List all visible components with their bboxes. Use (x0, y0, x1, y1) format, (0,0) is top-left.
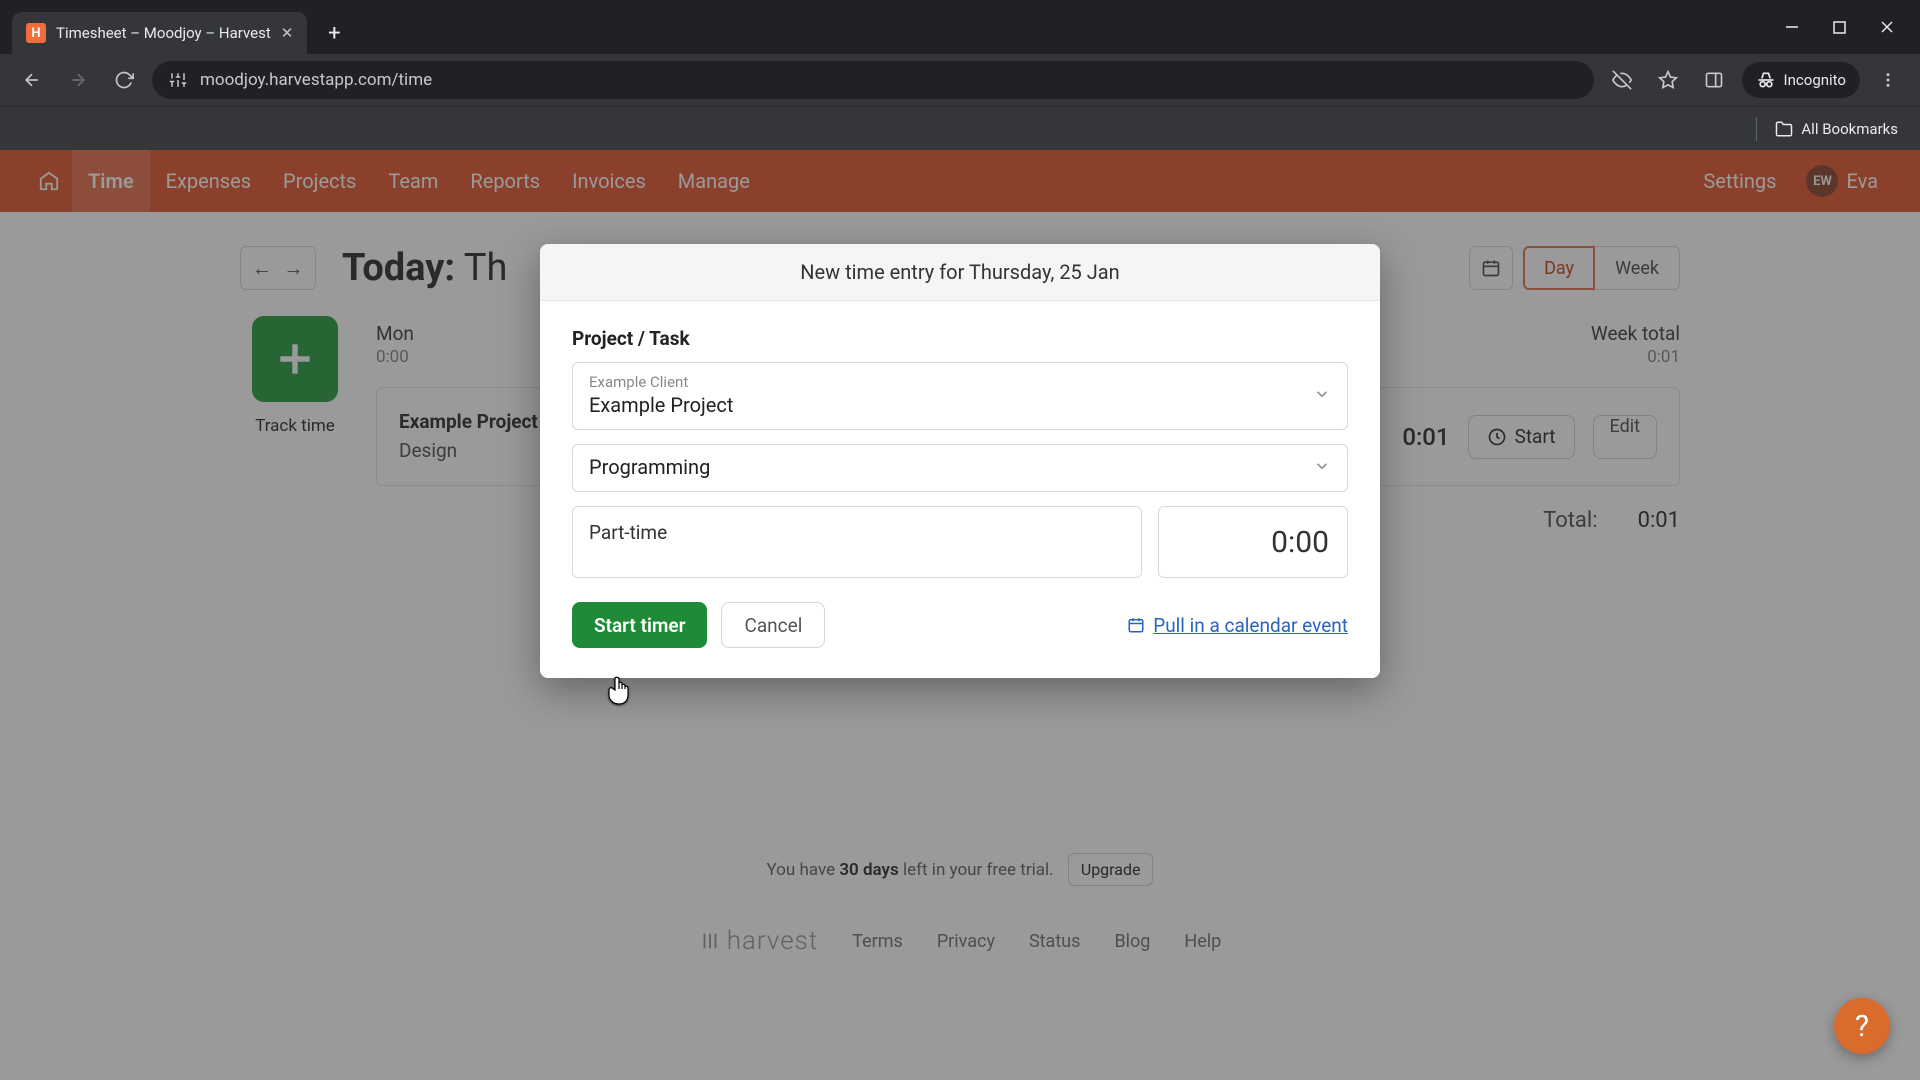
reload-icon[interactable] (106, 62, 142, 98)
address-bar[interactable]: moodjoy.harvestapp.com/time (152, 61, 1594, 99)
project-task-label: Project / Task (572, 327, 1348, 350)
url-text: moodjoy.harvestapp.com/time (200, 70, 432, 90)
all-bookmarks-button[interactable]: All Bookmarks (1775, 120, 1898, 138)
browser-tab[interactable]: H Timesheet – Moodjoy – Harvest ✕ (12, 12, 307, 54)
task-value: Programming (589, 455, 1331, 479)
notes-input[interactable]: Part-time (572, 506, 1142, 578)
start-timer-button[interactable]: Start timer (572, 602, 707, 648)
cancel-button[interactable]: Cancel (721, 602, 825, 648)
new-tab-button[interactable]: + (317, 16, 351, 50)
pull-calendar-link[interactable]: Pull in a calendar event (1127, 614, 1348, 637)
window-maximize-icon[interactable] (1833, 21, 1846, 34)
menu-icon[interactable] (1870, 62, 1906, 98)
side-panel-icon[interactable] (1696, 62, 1732, 98)
incognito-badge[interactable]: Incognito (1742, 62, 1860, 98)
site-settings-icon[interactable] (168, 70, 188, 90)
window-close-icon[interactable] (1880, 20, 1894, 34)
project-name-value: Example Project (589, 393, 1331, 417)
chevron-down-icon (1313, 385, 1331, 407)
window-minimize-icon[interactable] (1785, 20, 1799, 34)
close-tab-icon[interactable]: ✕ (281, 24, 294, 42)
bookmarks-bar: All Bookmarks (0, 106, 1920, 150)
chevron-down-icon (1313, 457, 1331, 479)
page-viewport: Time Expenses Projects Team Reports Invo… (0, 150, 1920, 1080)
bookmarks-separator (1756, 117, 1757, 141)
incognito-icon (1756, 70, 1776, 90)
tab-favicon: H (26, 23, 46, 43)
browser-toolbar: moodjoy.harvestapp.com/time Incognito (0, 54, 1920, 106)
folder-icon (1775, 120, 1793, 138)
incognito-label: Incognito (1784, 71, 1846, 89)
modal-title: New time entry for Thursday, 25 Jan (540, 244, 1380, 301)
pull-calendar-label: Pull in a calendar event (1153, 614, 1348, 637)
time-input[interactable]: 0:00 (1158, 506, 1348, 578)
help-button[interactable]: ? (1834, 998, 1890, 1054)
project-select[interactable]: Example Client Example Project (572, 362, 1348, 430)
bookmark-star-icon[interactable] (1650, 62, 1686, 98)
all-bookmarks-label: All Bookmarks (1801, 120, 1898, 138)
calendar-icon (1127, 616, 1145, 634)
eye-off-icon[interactable] (1604, 62, 1640, 98)
nav-back-icon[interactable] (14, 62, 50, 98)
nav-forward-icon (60, 62, 96, 98)
task-select[interactable]: Programming (572, 444, 1348, 492)
window-titlebar: H Timesheet – Moodjoy – Harvest ✕ + (0, 0, 1920, 54)
tab-title: Timesheet – Moodjoy – Harvest (56, 24, 271, 42)
project-client-label: Example Client (589, 373, 1331, 391)
new-time-entry-modal: New time entry for Thursday, 25 Jan Proj… (540, 244, 1380, 678)
